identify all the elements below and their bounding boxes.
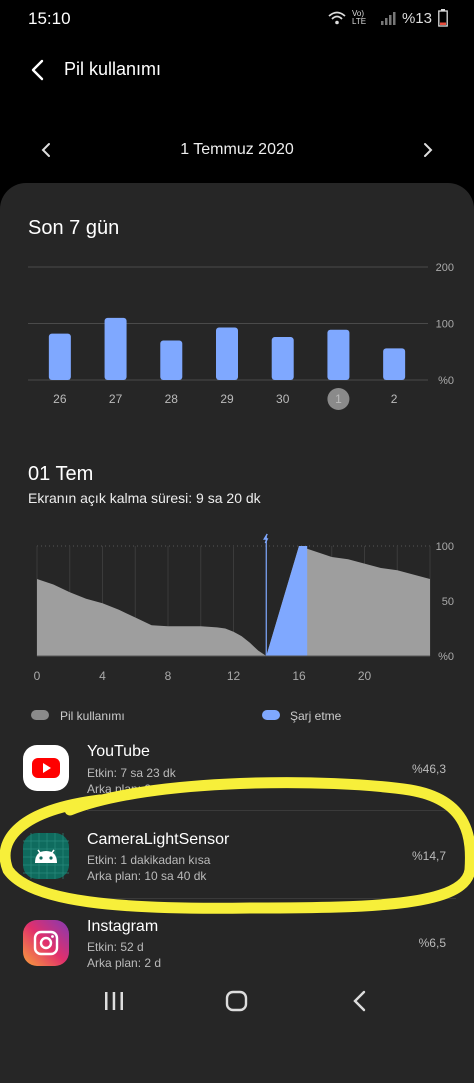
legend-usage-label: Pil kullanımı bbox=[60, 709, 125, 723]
next-day-button[interactable] bbox=[418, 140, 438, 160]
legend-charging-swatch bbox=[262, 710, 280, 720]
back-arrow-icon[interactable] bbox=[24, 56, 52, 84]
y-tick-label: %0 bbox=[438, 651, 454, 663]
app-name: YouTube bbox=[87, 743, 150, 760]
signal-icon bbox=[380, 12, 396, 25]
y-tick-label: %0 bbox=[438, 375, 454, 387]
screen-on-time: Ekranın açık kalma süresi: 9 sa 20 dk bbox=[28, 490, 261, 506]
app-header: Pil kullanımı bbox=[0, 46, 474, 96]
status-icons: Vo) LTE %13 bbox=[328, 9, 448, 27]
highlight-annotation bbox=[0, 777, 474, 914]
daily-title: 01 Tem bbox=[28, 463, 94, 485]
x-tick-label: 29 bbox=[220, 392, 234, 406]
bar bbox=[216, 327, 238, 380]
chart-legend: Pil kullanımı Şarj etme bbox=[0, 708, 474, 728]
home-icon[interactable] bbox=[225, 990, 249, 1012]
charging-area bbox=[266, 546, 308, 656]
weekly-title: Son 7 gün bbox=[28, 217, 120, 239]
x-tick-label: 27 bbox=[109, 392, 123, 406]
system-nav-bar bbox=[0, 975, 474, 1027]
x-tick-label: 8 bbox=[165, 669, 172, 683]
date-navigator: 1 Temmuz 2020 bbox=[0, 130, 474, 170]
network-label: Vo) LTE bbox=[351, 9, 367, 26]
bar bbox=[48, 333, 71, 380]
status-bar: 15:10 Vo) LTE %13 bbox=[0, 0, 474, 36]
y-tick-label: 200 bbox=[436, 262, 454, 274]
recent-apps-icon[interactable] bbox=[103, 991, 125, 1011]
date-label: 1 Temmuz 2020 bbox=[180, 141, 294, 158]
x-tick-label: 4 bbox=[99, 669, 106, 683]
bar bbox=[271, 337, 294, 380]
app-percent: %6,5 bbox=[418, 936, 446, 950]
wifi-icon bbox=[328, 11, 346, 25]
daily-battery-chart: 100 50 %0 0 4 8 12 16 20 bbox=[34, 533, 454, 683]
x-tick-label: 16 bbox=[292, 669, 306, 683]
bar bbox=[327, 329, 350, 380]
x-tick-label: 0 bbox=[34, 669, 41, 683]
bar bbox=[383, 348, 406, 380]
app-background-time: Arka plan: 2 d bbox=[87, 956, 162, 970]
bar bbox=[104, 317, 127, 380]
y-tick-label: 100 bbox=[436, 541, 454, 553]
legend-charging-label: Şarj etme bbox=[290, 709, 342, 723]
x-tick-label: 2 bbox=[391, 392, 398, 406]
status-time: 15:10 bbox=[28, 9, 71, 28]
legend-usage-swatch bbox=[31, 710, 49, 720]
back-icon[interactable] bbox=[350, 990, 370, 1012]
x-tick-label: 20 bbox=[358, 669, 372, 683]
weekly-bar-chart: 200 100 %0 26 27 28 29 30 1 2 bbox=[28, 262, 454, 410]
page-title: Pil kullanımı bbox=[64, 59, 162, 79]
y-tick-label: 50 bbox=[442, 596, 454, 608]
battery-icon bbox=[438, 9, 448, 27]
x-tick-label: 12 bbox=[227, 669, 241, 683]
bar bbox=[160, 340, 183, 380]
x-tick-label: 1 bbox=[335, 392, 342, 406]
y-tick-label: 100 bbox=[436, 319, 454, 331]
x-tick-label: 26 bbox=[53, 392, 67, 406]
battery-text: %13 bbox=[401, 9, 432, 27]
x-tick-label: 30 bbox=[276, 392, 290, 406]
app-active-time: Etkin: 52 d bbox=[87, 940, 144, 954]
x-tick-label: 28 bbox=[165, 392, 179, 406]
